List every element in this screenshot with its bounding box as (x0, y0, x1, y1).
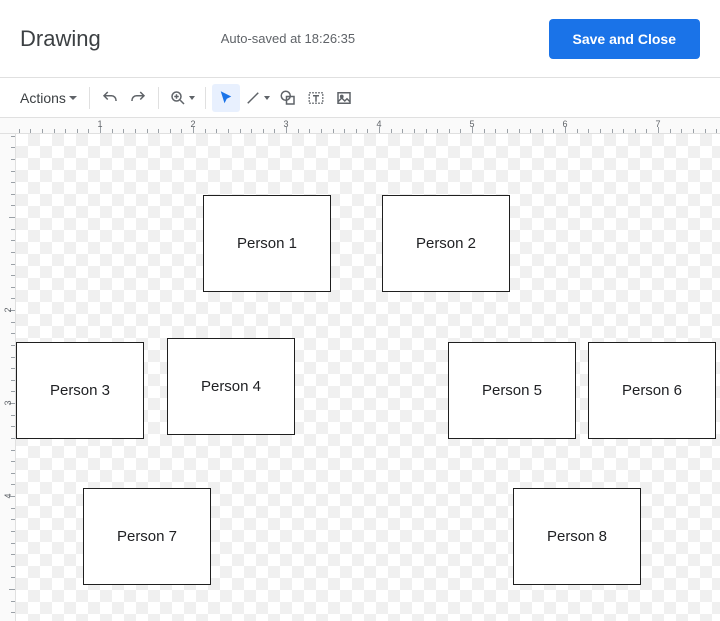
separator (205, 87, 206, 109)
ruler-number: 2 (3, 307, 13, 312)
shape-person-1[interactable]: Person 1 (203, 195, 331, 292)
line-icon (244, 89, 262, 107)
undo-icon (101, 89, 119, 107)
dropdown-caret-icon (189, 96, 195, 100)
redo-button[interactable] (124, 84, 152, 112)
page-title: Drawing (20, 26, 101, 52)
shape-label: Person 5 (482, 382, 542, 399)
header: Drawing Auto-saved at 18:26:35 Save and … (0, 0, 720, 78)
undo-button[interactable] (96, 84, 124, 112)
shape-person-8[interactable]: Person 8 (513, 488, 641, 585)
shape-label: Person 4 (201, 378, 261, 395)
autosave-status: Auto-saved at 18:26:35 (221, 31, 549, 46)
ruler-number: 5 (469, 119, 474, 129)
shape-person-4[interactable]: Person 4 (167, 338, 295, 435)
zoom-button[interactable] (165, 84, 199, 112)
ruler-number: 3 (3, 400, 13, 405)
shape-tool[interactable] (274, 84, 302, 112)
image-icon (335, 89, 353, 107)
ruler-number: 4 (376, 119, 381, 129)
toolbar: Actions (0, 78, 720, 118)
text-box-icon (307, 89, 325, 107)
select-tool[interactable] (212, 84, 240, 112)
vertical-ruler: 2 3 4 (0, 134, 16, 621)
shape-label: Person 1 (237, 235, 297, 252)
drawing-canvas[interactable]: Person 1 Person 2 Person 3 Person 4 Pers… (16, 134, 720, 621)
shape-label: Person 8 (547, 528, 607, 545)
line-tool[interactable] (240, 84, 274, 112)
shape-label: Person 6 (622, 382, 682, 399)
text-box-tool[interactable] (302, 84, 330, 112)
dropdown-caret-icon (264, 96, 270, 100)
redo-icon (129, 89, 147, 107)
shape-person-5[interactable]: Person 5 (448, 342, 576, 439)
shape-icon (279, 89, 297, 107)
ruler-number: 6 (562, 119, 567, 129)
zoom-icon (169, 89, 187, 107)
separator (158, 87, 159, 109)
image-tool[interactable] (330, 84, 358, 112)
shape-label: Person 2 (416, 235, 476, 252)
ruler-number: 3 (283, 119, 288, 129)
shape-label: Person 3 (50, 382, 110, 399)
actions-menu[interactable]: Actions (14, 84, 83, 112)
separator (89, 87, 90, 109)
shape-person-7[interactable]: Person 7 (83, 488, 211, 585)
ruler-number: 7 (655, 119, 660, 129)
dropdown-caret-icon (69, 96, 77, 100)
ruler-number: 1 (97, 119, 102, 129)
ruler-number: 2 (190, 119, 195, 129)
shape-person-3[interactable]: Person 3 (16, 342, 144, 439)
actions-label: Actions (20, 90, 66, 106)
cursor-icon (217, 89, 235, 107)
shape-person-6[interactable]: Person 6 (588, 342, 716, 439)
shape-label: Person 7 (117, 528, 177, 545)
save-and-close-button[interactable]: Save and Close (549, 19, 701, 59)
horizontal-ruler: 1 2 3 4 5 6 7 (0, 118, 720, 134)
ruler-number: 4 (3, 493, 13, 498)
shape-person-2[interactable]: Person 2 (382, 195, 510, 292)
